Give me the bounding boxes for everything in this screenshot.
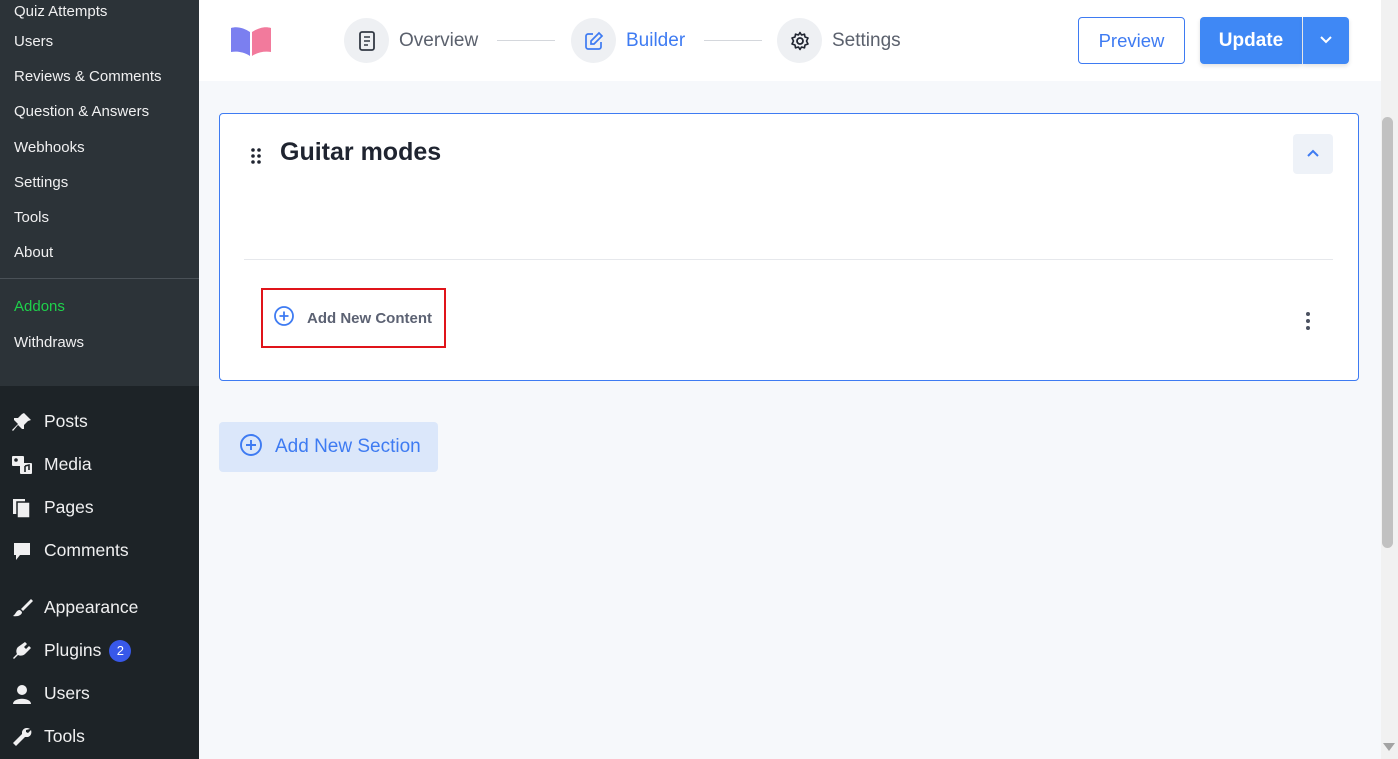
step-label: Builder (626, 29, 686, 51)
add-new-content-label: Add New Content (307, 309, 432, 327)
preview-button[interactable]: Preview (1078, 17, 1185, 64)
menu-item-label: Plugins (44, 640, 102, 660)
menu-item-posts[interactable]: Posts (0, 400, 199, 443)
submenu-item-quiz-attempts[interactable]: Quiz Attempts (0, 0, 199, 24)
add-new-content-button[interactable]: Add New Content (261, 288, 446, 348)
user-icon (10, 682, 34, 706)
tutor-submenu: Quiz Attempts Users Reviews & Comments Q… (0, 0, 199, 386)
menu-item-label: Pages (44, 497, 94, 517)
step-builder[interactable]: Builder (571, 18, 685, 63)
more-options-icon[interactable] (1300, 309, 1316, 333)
collapse-section-button[interactable] (1293, 134, 1333, 174)
submenu-item-withdraws[interactable]: Withdraws (0, 325, 199, 360)
scroll-down-arrow-icon[interactable] (1383, 743, 1395, 751)
step-label: Settings (832, 29, 901, 51)
step-label: Overview (399, 29, 479, 51)
step-connector (497, 40, 555, 41)
menu-item-plugins[interactable]: Plugins 2 (0, 629, 199, 672)
submenu-item-settings[interactable]: Settings (0, 165, 199, 200)
course-builder-header: Overview Builder Settings Preview Update (199, 0, 1381, 81)
update-button[interactable]: Update (1200, 17, 1302, 64)
submenu-item-tools[interactable]: Tools (0, 200, 199, 235)
chevron-down-icon (1319, 32, 1333, 50)
edit-icon (571, 18, 616, 63)
section-title[interactable]: Guitar modes (280, 138, 441, 167)
submenu-item-users[interactable]: Users (0, 24, 199, 59)
update-options-button[interactable] (1303, 17, 1349, 64)
submenu-item-about[interactable]: About (0, 235, 199, 270)
drag-handle-icon[interactable] (250, 147, 262, 170)
admin-menu: Posts Media Pages Comments Appearance Pl… (0, 386, 199, 758)
submenu-divider (0, 278, 199, 280)
submenu-item-webhooks[interactable]: Webhooks (0, 130, 199, 165)
step-overview[interactable]: Overview (344, 18, 478, 63)
menu-item-media[interactable]: Media (0, 443, 199, 486)
chevron-up-icon (1306, 145, 1320, 163)
plugins-update-badge: 2 (109, 639, 132, 662)
section-divider (244, 259, 1333, 260)
wrench-icon (10, 725, 34, 749)
submenu-item-addons[interactable]: Addons (0, 289, 199, 324)
menu-item-label: Comments (44, 540, 129, 560)
admin-sidebar: Quiz Attempts Users Reviews & Comments Q… (0, 0, 199, 759)
menu-item-appearance[interactable]: Appearance (0, 586, 199, 629)
submenu-item-reviews-comments[interactable]: Reviews & Comments (0, 59, 199, 94)
brush-icon (10, 596, 34, 620)
plus-circle-icon (273, 305, 295, 332)
add-new-section-button[interactable]: Add New Section (219, 422, 438, 472)
document-icon (344, 18, 389, 63)
add-new-section-label: Add New Section (275, 436, 421, 457)
step-settings[interactable]: Settings (777, 18, 901, 63)
menu-item-label: Tools (44, 726, 85, 746)
menu-item-tools[interactable]: Tools (0, 715, 199, 758)
plugin-icon (10, 639, 34, 663)
scrollbar-thumb[interactable] (1382, 117, 1393, 548)
gear-icon (777, 18, 822, 63)
menu-item-label: Posts (44, 411, 88, 431)
menu-item-label: Users (44, 683, 90, 703)
pages-icon (10, 496, 34, 520)
comment-icon (10, 539, 34, 563)
media-icon (10, 453, 34, 477)
menu-item-label: Appearance (44, 597, 139, 617)
menu-item-pages[interactable]: Pages (0, 486, 199, 529)
step-connector (704, 40, 762, 41)
menu-item-users[interactable]: Users (0, 672, 199, 715)
pin-icon (10, 410, 34, 434)
plus-circle-icon (239, 433, 263, 462)
tutor-logo-icon[interactable] (229, 24, 273, 58)
submenu-item-question-answers[interactable]: Question & Answers (0, 94, 199, 129)
menu-item-comments[interactable]: Comments (0, 529, 199, 572)
topic-section: Guitar modes Add New Content (219, 113, 1359, 381)
menu-item-label: Media (44, 454, 92, 474)
